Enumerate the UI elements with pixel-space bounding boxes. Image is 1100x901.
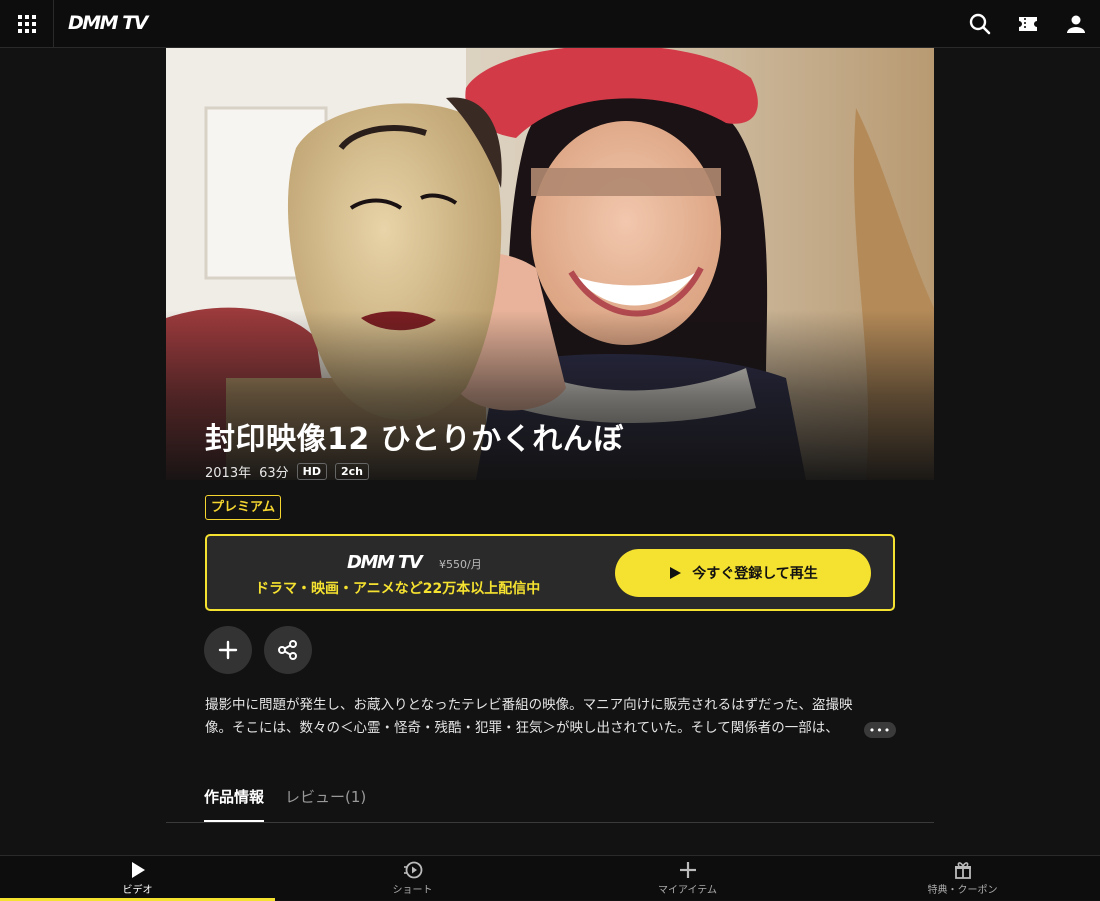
content-tabs: 作品情報 レビュー(1) [166, 778, 934, 823]
nav-item-short[interactable]: ショート [275, 856, 550, 901]
release-year: 2013年 [205, 465, 252, 481]
subscribe-play-label: 今すぐ登録して再生 [692, 566, 818, 582]
hd-badge: HD [296, 462, 327, 480]
subscribe-logo: DMM TV [347, 552, 423, 573]
premium-badge: プレミアム [205, 495, 282, 520]
tab-reviews[interactable]: レビュー(1) [285, 786, 366, 822]
subscribe-play-button[interactable]: 今すぐ登録して再生 [615, 549, 871, 597]
subscribe-price: ¥550/月 [439, 558, 482, 571]
dmm-tv-logo[interactable]: DMM TV [68, 12, 148, 34]
short-video-icon [403, 861, 422, 879]
ticket-icon[interactable] [1016, 12, 1040, 36]
channel-badge: 2ch [334, 462, 369, 480]
share-icon [278, 640, 297, 660]
nav-item-label: ビデオ [122, 885, 153, 896]
title-meta: 2013年 63分 HD 2ch [205, 460, 369, 482]
user-icon[interactable] [1064, 12, 1088, 36]
nav-item-video[interactable]: ビデオ [0, 856, 275, 901]
subscribe-catchcopy: ドラマ・映画・アニメなど22万本以上配信中 [255, 581, 541, 597]
grid-menu-button[interactable] [0, 0, 54, 48]
add-to-my-list-button[interactable] [204, 626, 252, 674]
nav-item-label: ショート [392, 885, 433, 896]
description-more-button[interactable]: ••• [864, 722, 896, 738]
bottom-navigation: ビデオ ショート マイアイテム 特典・クーポン [0, 855, 1100, 901]
nav-item-perks-coupons[interactable]: 特典・クーポン [825, 856, 1100, 901]
plus-icon [679, 862, 696, 878]
gift-icon [954, 862, 971, 879]
nav-item-my-items[interactable]: マイアイテム [550, 856, 825, 901]
tab-work-info[interactable]: 作品情報 [204, 786, 265, 822]
page-title: 封印映像12 ひとりかくれんぼ [205, 422, 624, 457]
duration: 63分 [259, 465, 289, 481]
share-button[interactable] [264, 626, 312, 674]
grid-menu-icon [17, 15, 36, 33]
description: 撮影中に問題が発生し、お蔵入りとなったテレビ番組の映像。マニア向けに販売されるは… [205, 694, 895, 740]
subscribe-banner: DMM TV ¥550/月 ドラマ・映画・アニメなど22万本以上配信中 今すぐ登… [205, 534, 895, 611]
play-icon [670, 567, 682, 579]
nav-item-label: マイアイテム [658, 885, 717, 896]
plus-icon [218, 640, 238, 660]
nav-item-label: 特典・クーポン [927, 885, 998, 896]
play-icon [131, 862, 145, 878]
description-line-2: 像。そこには、数々の＜心霊・怪奇・残酷・犯罪・狂気＞が映し出されていた。そして関… [205, 720, 839, 736]
top-header: DMM TV [0, 0, 1100, 48]
search-icon[interactable] [968, 12, 992, 36]
description-line-1: 撮影中に問題が発生し、お蔵入りとなったテレビ番組の映像。マニア向けに販売されるは… [205, 697, 853, 713]
